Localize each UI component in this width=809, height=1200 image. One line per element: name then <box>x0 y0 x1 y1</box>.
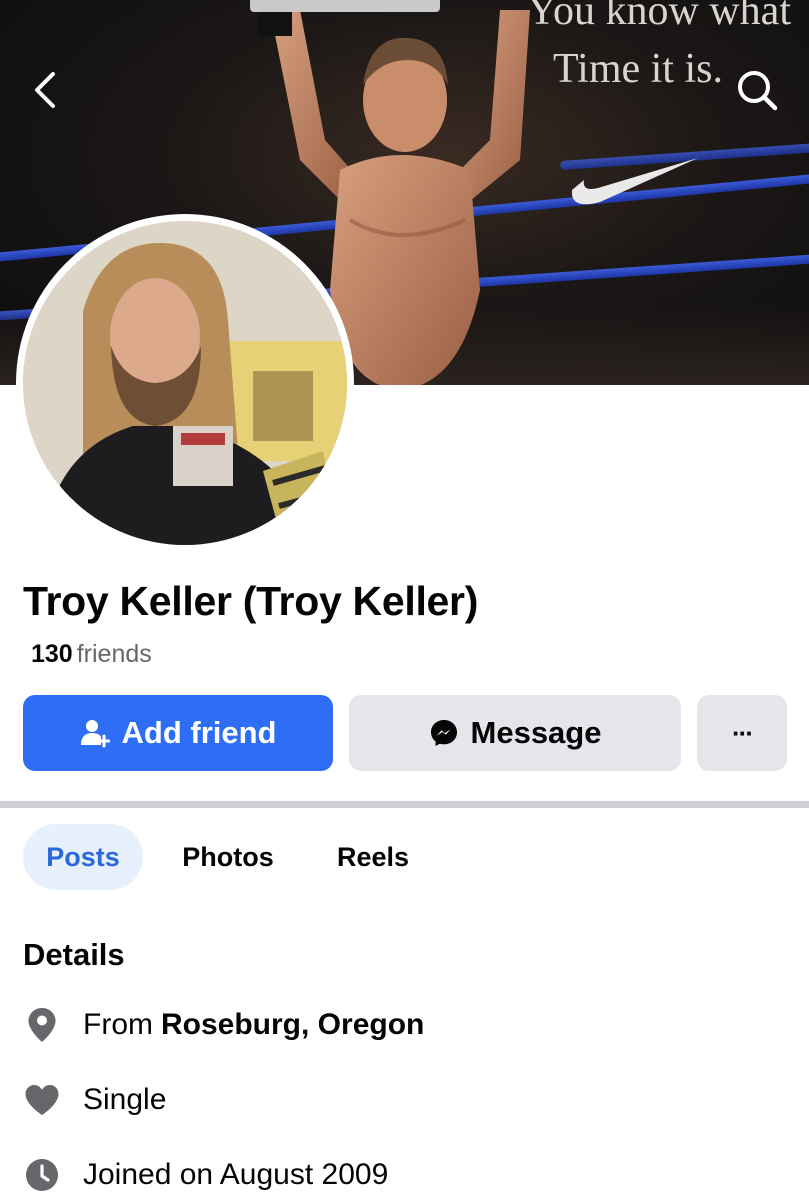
friends-label: friends <box>76 640 152 668</box>
search-button[interactable] <box>732 65 782 115</box>
message-button[interactable]: Message <box>349 695 681 771</box>
joined-date: Joined on August 2009 <box>83 1158 389 1191</box>
clock-icon <box>23 1156 61 1194</box>
location-pin-icon <box>23 1006 61 1044</box>
hometown-prefix: From <box>83 1008 153 1041</box>
details-heading: Details <box>23 937 125 972</box>
section-divider <box>0 801 809 808</box>
messenger-icon <box>430 720 457 746</box>
profile-name: Troy Keller (Troy Keller) <box>23 578 479 624</box>
add-friend-button[interactable]: Add friend <box>23 695 333 771</box>
tab-photos[interactable]: Photos <box>168 824 288 890</box>
friends-count[interactable]: 130 friends <box>31 640 152 669</box>
back-button[interactable] <box>20 65 70 115</box>
add-friend-label: Add friend <box>121 715 277 750</box>
avatar-illustration <box>23 221 347 545</box>
avatar-photo <box>23 221 347 545</box>
detail-hometown: From Roseburg, Oregon <box>23 1003 424 1047</box>
chevron-left-icon <box>35 72 55 108</box>
profile-avatar[interactable] <box>16 214 354 552</box>
tab-posts[interactable]: Posts <box>23 824 143 890</box>
hometown-value[interactable]: Roseburg, Oregon <box>161 1008 424 1042</box>
detail-relationship: Single <box>23 1078 166 1122</box>
more-options-button[interactable]: ··· <box>697 695 787 771</box>
swoosh-logo <box>571 158 698 205</box>
cover-quote-line1: You know what <box>526 0 791 34</box>
more-icon: ··· <box>732 717 754 748</box>
relationship-status: Single <box>83 1083 167 1116</box>
add-person-icon <box>80 720 110 748</box>
tab-reels[interactable]: Reels <box>322 824 424 890</box>
search-icon <box>738 71 778 111</box>
message-label: Message <box>470 715 602 750</box>
heart-icon <box>23 1081 61 1119</box>
friends-number: 130 <box>31 640 73 668</box>
detail-joined: Joined on August 2009 <box>23 1153 388 1197</box>
cover-quote-line2: Time it is. <box>552 46 723 92</box>
